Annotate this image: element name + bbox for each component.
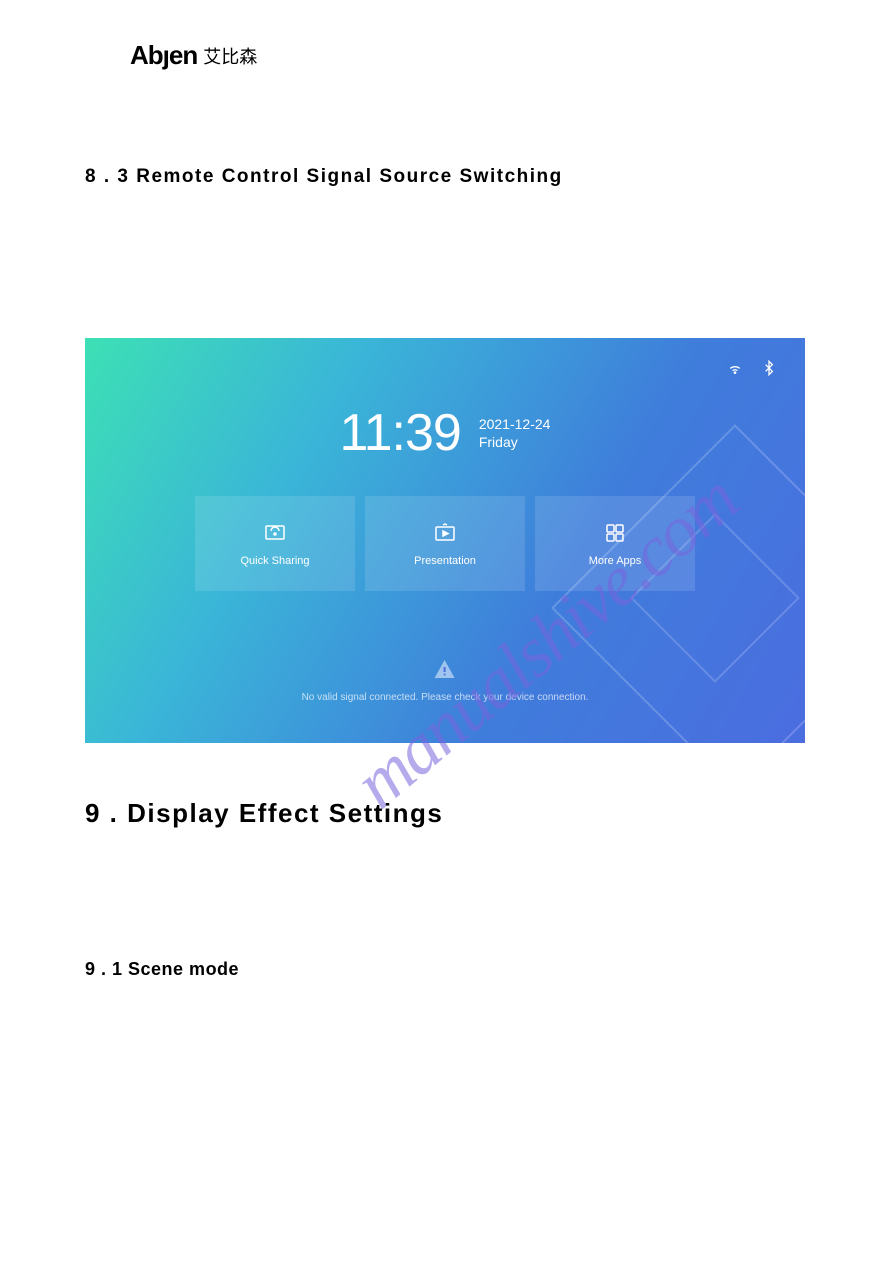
clock-date-block: 2021-12-24 Friday (479, 415, 551, 451)
status-bar (727, 360, 777, 376)
section-9-1-heading: 9 . 1 Scene mode (85, 959, 808, 980)
date-text: 2021-12-24 (479, 415, 551, 433)
bluetooth-icon (761, 360, 777, 376)
tile-presentation[interactable]: Presentation (365, 496, 525, 591)
tile-quick-sharing[interactable]: Quick Sharing (195, 496, 355, 591)
wifi-icon (727, 360, 743, 376)
screen-share-icon (261, 521, 289, 545)
tile-label: Presentation (414, 555, 476, 567)
tile-label: More Apps (589, 555, 642, 567)
section-8-3-heading: 8 . 3 Remote Control Signal Source Switc… (85, 166, 808, 188)
clock-time: 11:39 (340, 403, 461, 463)
tile-label: Quick Sharing (240, 555, 309, 567)
device-screenshot: 11:39 2021-12-24 Friday Quick Sharing (85, 338, 805, 743)
warning-text: No valid signal connected. Please check … (302, 692, 589, 703)
brand-name: Abȷen (130, 40, 197, 71)
warning-area: No valid signal connected. Please check … (302, 658, 589, 703)
section-9-heading: 9 . Display Effect Settings (85, 798, 808, 829)
brand-chinese: 艾比森 (203, 43, 257, 69)
warning-icon (431, 658, 459, 682)
home-tiles: Quick Sharing Presentation More Apps (195, 496, 695, 591)
logo: Abȷen 艾比森 (130, 40, 808, 71)
presentation-icon (431, 521, 459, 545)
day-text: Friday (479, 433, 551, 451)
tile-more-apps[interactable]: More Apps (535, 496, 695, 591)
clock-display: 11:39 2021-12-24 Friday (340, 403, 551, 463)
apps-grid-icon (601, 521, 629, 545)
